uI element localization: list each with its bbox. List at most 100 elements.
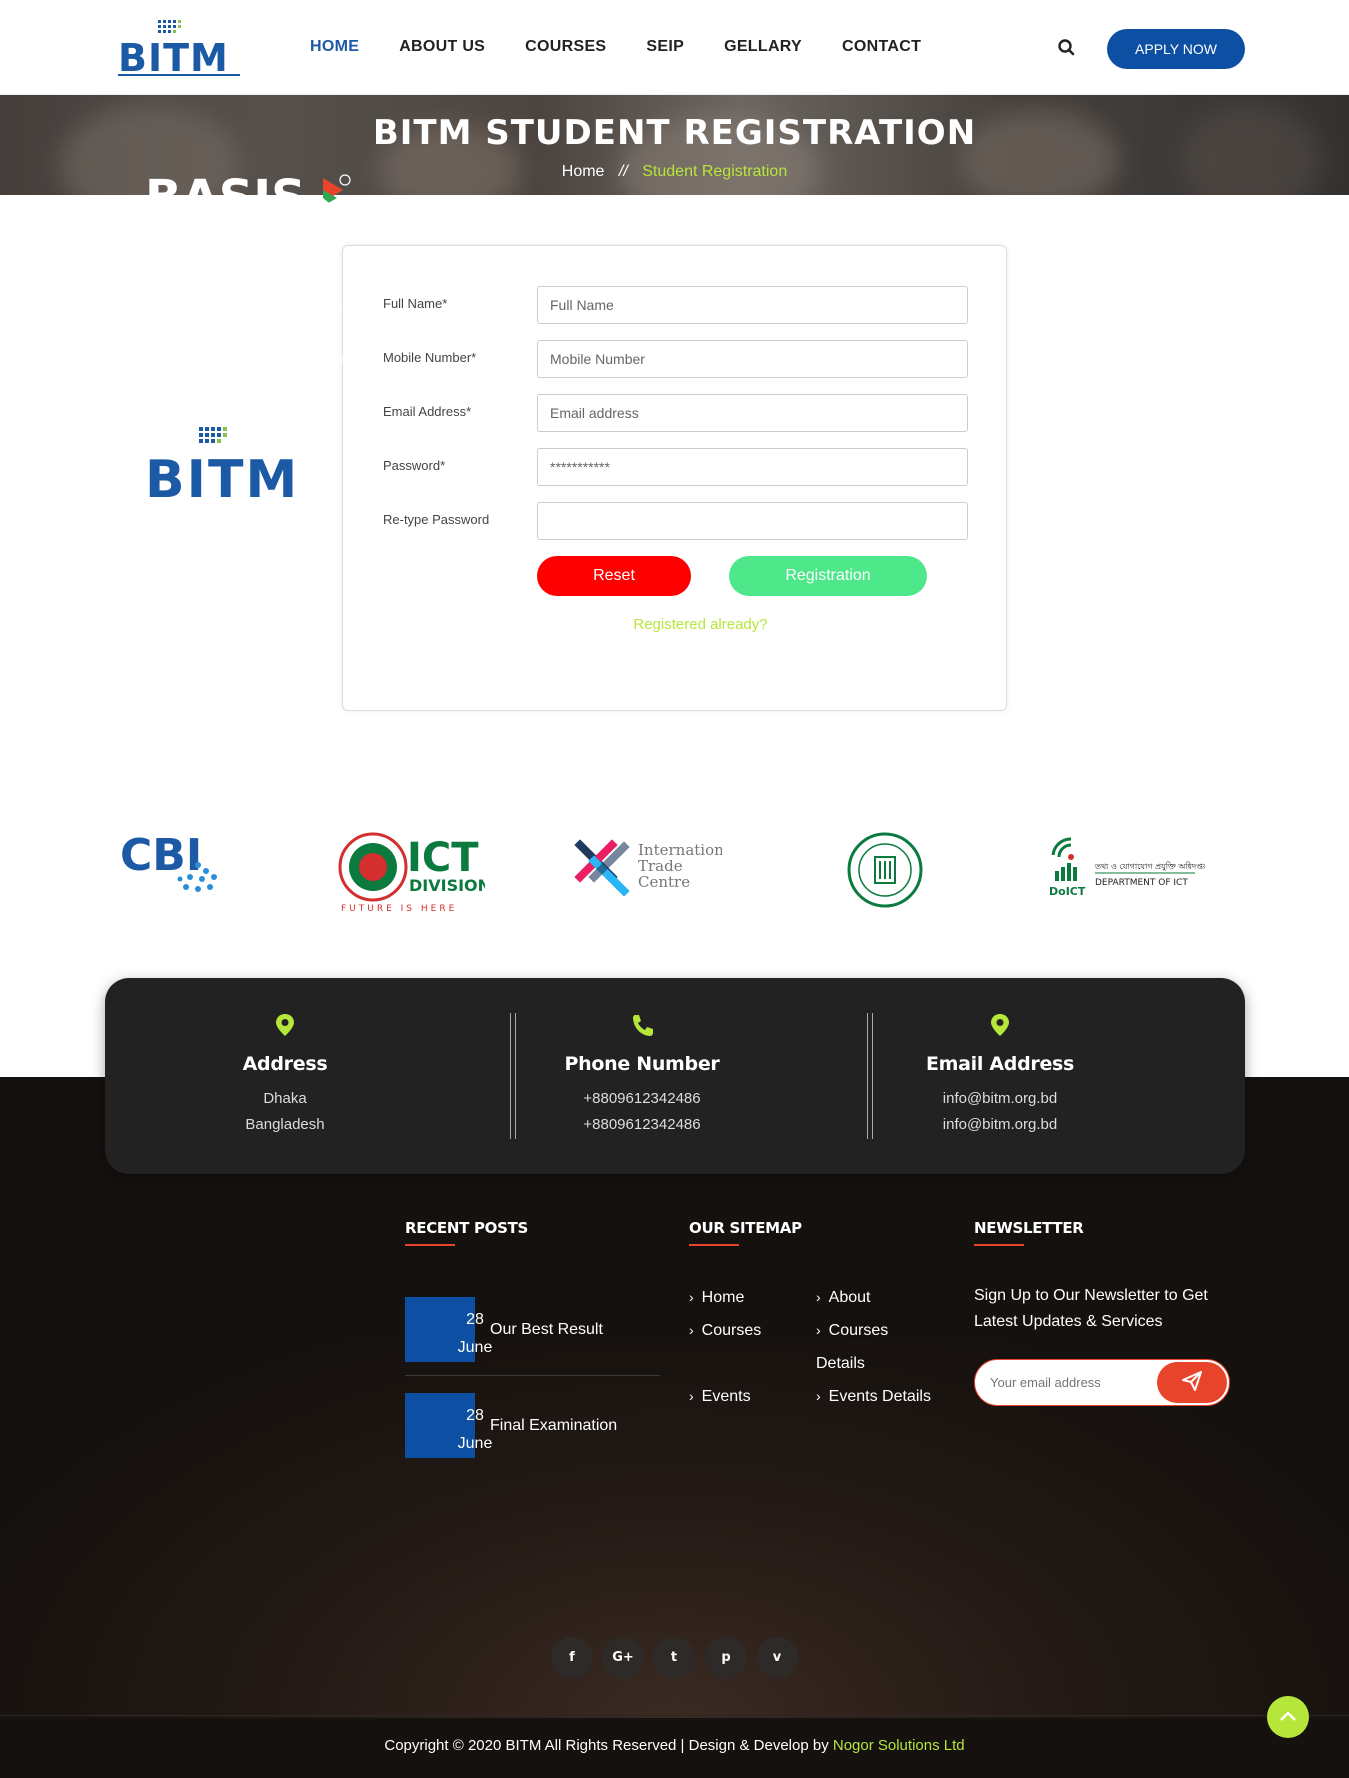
- title-underline: [974, 1244, 1024, 1246]
- sitemap-link-courses-details-cont[interactable]: Details: [816, 1355, 865, 1373]
- chevron-right-icon: ›: [689, 1322, 694, 1338]
- ict-logo-tagline: FUTURE IS HERE: [341, 904, 457, 914]
- post-month: June: [457, 1339, 493, 1356]
- registration-button[interactable]: Registration: [729, 556, 927, 596]
- bitm-footer-logo-text: BITM: [145, 450, 299, 510]
- ict-logo-title: ICT: [407, 835, 479, 881]
- newsletter-text: Sign Up to Our Newsletter to Get Latest …: [974, 1287, 1208, 1330]
- doict-logo[interactable]: DoICT তথ্য ও যোগাযোগ প্রযুক্তি অধিদপ্তর …: [1045, 825, 1205, 915]
- post-title[interactable]: Final Examination: [490, 1417, 617, 1435]
- recent-posts-title: RECENT POSTS: [405, 1219, 529, 1237]
- apply-now-button[interactable]: APPLY NOW: [1107, 29, 1245, 69]
- retype-password-input[interactable]: [537, 502, 968, 540]
- reset-button[interactable]: Reset: [537, 556, 691, 596]
- nav-home[interactable]: HOME: [310, 38, 359, 56]
- nav-gallery[interactable]: GELLARY: [724, 38, 802, 56]
- post-month: June: [457, 1435, 493, 1452]
- full-name-row: Full Name*: [383, 286, 968, 324]
- breadcrumb: Home // Student Registration: [0, 163, 1349, 181]
- scroll-to-top-button[interactable]: [1267, 1696, 1309, 1738]
- bangladesh-bank-logo[interactable]: [845, 825, 925, 915]
- cbi-logo[interactable]: CBI: [118, 825, 228, 915]
- retype-password-label: Re-type Password: [383, 512, 490, 527]
- about-basis-text: To address the skill gap of HR in the in…: [120, 298, 369, 393]
- email-line-1[interactable]: info@bitm.org.bd: [820, 1090, 1180, 1107]
- address-block: Address Dhaka Bangladesh: [105, 978, 465, 1174]
- vimeo-icon[interactable]: v: [756, 1637, 798, 1679]
- cbi-logo-text: CBI: [120, 830, 202, 881]
- email-address-label: Email Address*: [383, 404, 472, 419]
- password-label: Password*: [383, 458, 446, 473]
- nav-courses[interactable]: COURSES: [525, 38, 606, 56]
- google-plus-icon[interactable]: G+: [602, 1637, 644, 1679]
- itc-logo[interactable]: International Trade Centre: [572, 825, 722, 915]
- breadcrumb-separator: //: [618, 163, 628, 180]
- mobile-number-input[interactable]: [537, 340, 968, 378]
- doict-logo-abbr: DoICT: [1049, 885, 1086, 898]
- title-underline: [405, 1244, 455, 1246]
- copyright: Copyright © 2020 BITM All Rights Reserve…: [0, 1737, 1349, 1754]
- address-title: Address: [242, 1053, 328, 1075]
- post-title[interactable]: Our Best Result: [490, 1321, 603, 1339]
- phone-line-2[interactable]: +8809612342486: [462, 1116, 822, 1133]
- breadcrumb-current: Student Registration: [642, 163, 788, 180]
- email-block: Email Address info@bitm.org.bd info@bitm…: [820, 978, 1180, 1174]
- full-name-input[interactable]: [537, 286, 968, 324]
- sitemap-link-events-details[interactable]: › Events Details: [816, 1388, 931, 1406]
- bitm-logo[interactable]: BITM: [118, 18, 240, 80]
- pinterest-icon[interactable]: p: [705, 1637, 747, 1679]
- sitemap-link-label: Courses: [828, 1322, 889, 1339]
- newsletter-submit-button[interactable]: [1157, 1362, 1227, 1403]
- sitemap-link-label: Courses: [701, 1322, 762, 1339]
- nav-about-us[interactable]: ABOUT US: [399, 38, 485, 56]
- full-name-label: Full Name*: [383, 296, 448, 311]
- sitemap-link-courses-details[interactable]: › Courses: [816, 1322, 888, 1340]
- sitemap-link-events[interactable]: › Events: [689, 1388, 751, 1406]
- sitemap-link-label: About: [828, 1289, 871, 1306]
- ict-logo-subtitle: DIVISION: [409, 876, 485, 895]
- sitemap-link-about[interactable]: › About: [816, 1289, 870, 1307]
- bitm-footer-logo[interactable]: BITM: [145, 425, 325, 515]
- nav-seip[interactable]: SEIP: [646, 38, 684, 56]
- retype-password-row: Re-type Password: [383, 502, 968, 540]
- newsletter-form: [974, 1359, 1230, 1406]
- registered-already-link[interactable]: Registered already?: [343, 616, 1008, 633]
- email-address-input[interactable]: [537, 394, 968, 432]
- address-line-1: Dhaka: [263, 1090, 307, 1107]
- password-input[interactable]: [537, 448, 968, 486]
- twitter-icon[interactable]: t: [653, 1637, 695, 1679]
- chevron-right-icon: ›: [689, 1388, 694, 1404]
- registration-form: Full Name* Mobile Number* Email Address*…: [342, 245, 1007, 711]
- paper-plane-icon: [1182, 1371, 1202, 1391]
- itc-logo-line-3: Centre: [638, 873, 690, 891]
- breadcrumb-home[interactable]: Home: [562, 163, 605, 180]
- page-banner: BITM STUDENT REGISTRATION Home // Studen…: [0, 95, 1349, 195]
- phone-title: Phone Number: [564, 1053, 720, 1075]
- chevron-right-icon: ›: [816, 1322, 821, 1338]
- map-pin-icon: [991, 1014, 1009, 1036]
- sitemap-link-label: Home: [701, 1289, 745, 1306]
- mobile-number-label: Mobile Number*: [383, 350, 477, 365]
- sitemap-link-home[interactable]: › Home: [689, 1289, 744, 1307]
- sitemap-link-courses[interactable]: › Courses: [689, 1322, 761, 1340]
- phone-icon: [633, 1015, 653, 1036]
- newsletter-email-input[interactable]: [975, 1360, 1155, 1405]
- chevron-right-icon: ›: [816, 1388, 821, 1404]
- map-pin-icon: [276, 1014, 294, 1036]
- recent-post-item[interactable]: 28 June Our Best Result: [405, 1297, 660, 1393]
- phone-line-1[interactable]: +8809612342486: [462, 1090, 822, 1107]
- sitemap-link-label: Details: [816, 1355, 865, 1372]
- facebook-icon[interactable]: f: [551, 1637, 593, 1679]
- developer-link[interactable]: Nogor Solutions Ltd: [833, 1737, 965, 1754]
- sitemap-title: OUR SITEMAP: [689, 1219, 802, 1237]
- email-line-2[interactable]: info@bitm.org.bd: [820, 1116, 1180, 1133]
- ict-division-logo[interactable]: ICT DIVISION FUTURE IS HERE: [335, 825, 485, 915]
- search-icon[interactable]: [1057, 38, 1077, 58]
- chevron-right-icon: ›: [689, 1289, 694, 1305]
- partner-logos: CBI ICT DIVISION FUTURE IS HERE Internat…: [0, 825, 1349, 925]
- basis-logo-sub-1: Bangladesh Association of: [145, 222, 294, 233]
- main-nav: HOME ABOUT US COURSES SEIP GELLARY CONTA…: [310, 38, 961, 56]
- nav-contact[interactable]: CONTACT: [842, 38, 921, 56]
- recent-post-item[interactable]: 28 June Final Examination: [405, 1393, 660, 1489]
- email-row: Email Address*: [383, 394, 968, 432]
